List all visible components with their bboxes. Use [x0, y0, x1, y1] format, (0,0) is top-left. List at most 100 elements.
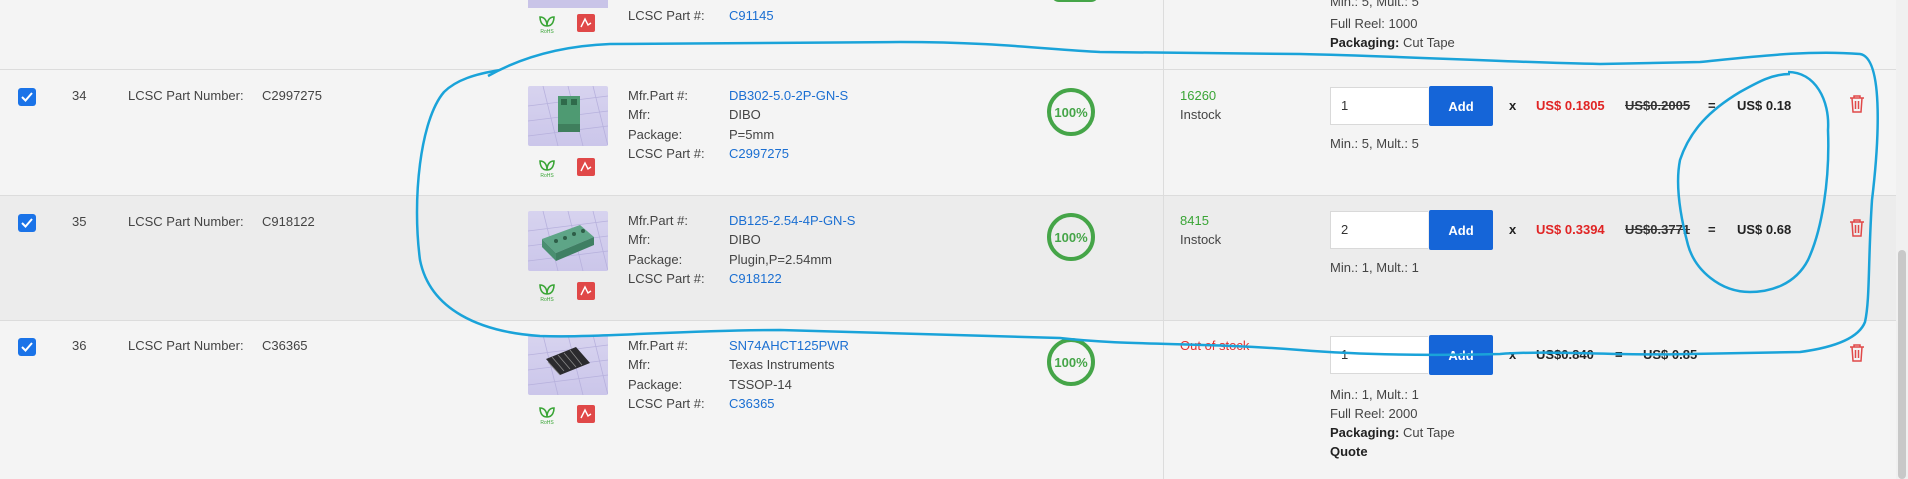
- mfr-label: Mfr:: [628, 232, 651, 247]
- lcsc-part-number-label: LCSC Part Number:: [128, 214, 244, 229]
- unit-price: US$ 0.1805: [1536, 98, 1605, 113]
- equals-sign: =: [1708, 98, 1716, 113]
- equals-sign: =: [1615, 347, 1623, 362]
- lcsc-part-label: LCSC Part #:: [628, 271, 705, 286]
- pdf-icon[interactable]: [577, 282, 595, 300]
- lcsc-part-number-label: LCSC Part Number:: [128, 88, 244, 103]
- package-label: Package:: [628, 252, 683, 267]
- part-image[interactable]: [528, 86, 608, 146]
- min-mult-text: Min.: 5, Mult.: 5: [1330, 0, 1419, 9]
- mfr-label: Mfr:: [628, 107, 651, 122]
- stock-quantity: 8415: [1180, 213, 1209, 228]
- trash-icon[interactable]: [1848, 94, 1866, 114]
- lcsc-part-link[interactable]: C918122: [729, 271, 782, 286]
- mfr-part-label: Mfr.Part #:: [628, 338, 688, 353]
- lcsc-part-number-value: C2997275: [262, 88, 322, 103]
- package-label: Package:: [628, 377, 683, 392]
- column-divider: [1163, 0, 1164, 479]
- lcsc-part-number-value: C918122: [262, 214, 315, 229]
- row-checkbox[interactable]: [18, 338, 36, 356]
- mfr-part-link[interactable]: DB302-5.0-2P-GN-S: [729, 88, 848, 103]
- add-button[interactable]: Add: [1429, 210, 1493, 250]
- part-image-partial: [528, 0, 608, 8]
- lcsc-part-number-value: C36365: [262, 338, 308, 353]
- unit-price: US$0.840: [1536, 347, 1594, 362]
- part-image[interactable]: [528, 335, 608, 395]
- match-percent-ring: 100%: [1047, 338, 1095, 386]
- checkbox-checked-icon: [21, 92, 33, 102]
- match-percent-ring: 100%: [1047, 213, 1095, 261]
- multiply-sign: x: [1509, 98, 1517, 113]
- stock-status: Out of stock: [1180, 338, 1250, 353]
- package-value: TSSOP-14: [729, 377, 792, 392]
- lcsc-part-link[interactable]: C36365: [729, 396, 775, 411]
- mfr-part-label: Mfr.Part #:: [628, 213, 688, 228]
- stock-status: Instock: [1180, 232, 1222, 247]
- lcsc-part-number-label: LCSC Part Number:: [128, 338, 244, 353]
- row-index: 36: [72, 338, 87, 353]
- original-price: US$0.3771: [1625, 222, 1691, 237]
- min-mult-text: Min.: 5, Mult.: 5: [1330, 136, 1419, 151]
- row-checkbox[interactable]: [18, 214, 36, 232]
- svg-text:RoHS: RoHS: [540, 29, 554, 34]
- table-row: 35 LCSC Part Number: C918122 RoHS Mfr.Pa…: [0, 196, 1908, 321]
- table-row: 36 LCSC Part Number: C36365 RoHS Mfr.Par…: [0, 321, 1908, 479]
- min-mult-text: Min.: 1, Mult.: 1: [1330, 260, 1419, 275]
- add-button[interactable]: Add: [1429, 86, 1493, 126]
- quantity-input[interactable]: 1: [1330, 87, 1428, 125]
- part-image[interactable]: [528, 211, 608, 271]
- min-mult-text: Min.: 1, Mult.: 1: [1330, 387, 1419, 402]
- mfr-value: Texas Instruments: [729, 357, 835, 372]
- svg-text:RoHS: RoHS: [540, 173, 554, 178]
- full-reel-text: Full Reel: 1000: [1330, 16, 1418, 31]
- line-total: US$ 0.68: [1737, 222, 1792, 237]
- match-ring-partial: [1051, 0, 1099, 2]
- mfr-part-label: Mfr.Part #:: [628, 88, 688, 103]
- package-value: P=5mm: [729, 127, 775, 142]
- mfr-part-link[interactable]: SN74AHCT125PWR: [729, 338, 849, 353]
- lcsc-part-label: LCSC Part #:: [628, 8, 705, 23]
- mfr-value: DIBO: [729, 232, 761, 247]
- mfr-part-link[interactable]: DB125-2.54-4P-GN-S: [729, 213, 855, 228]
- lcsc-part-label: LCSC Part #:: [628, 396, 705, 411]
- quantity-input[interactable]: 2: [1330, 211, 1428, 249]
- rohs-leaf-icon: RoHS: [539, 284, 555, 302]
- scrollbar-thumb[interactable]: [1898, 250, 1906, 479]
- row-index: 35: [72, 214, 87, 229]
- pdf-icon[interactable]: [577, 14, 595, 32]
- mfr-label: Mfr:: [628, 357, 651, 372]
- lcsc-part-label: LCSC Part #:: [628, 146, 705, 161]
- table-row: 34 LCSC Part Number: C2997275 RoHS Mfr.P…: [0, 70, 1908, 196]
- checkbox-checked-icon: [21, 218, 33, 228]
- row-checkbox[interactable]: [18, 88, 36, 106]
- add-button[interactable]: Add: [1429, 335, 1493, 375]
- checkbox-checked-icon: [21, 342, 33, 352]
- quote-link[interactable]: Quote: [1330, 444, 1368, 459]
- rohs-leaf-icon: RoHS: [539, 160, 555, 178]
- line-total: US$ 0.85: [1643, 347, 1698, 362]
- unit-price: US$ 0.3394: [1536, 222, 1605, 237]
- trash-icon[interactable]: [1848, 343, 1866, 363]
- lcsc-part-link[interactable]: C91145: [729, 8, 774, 23]
- table-row-partial: RoHS LCSC Part #: C91145 Min.: 5, Mult.:…: [0, 0, 1908, 70]
- svg-text:RoHS: RoHS: [540, 297, 554, 302]
- multiply-sign: x: [1509, 347, 1517, 362]
- equals-sign: =: [1708, 222, 1716, 237]
- package-value: Plugin,P=2.54mm: [729, 252, 832, 267]
- quantity-input[interactable]: 1: [1330, 336, 1428, 374]
- pdf-icon[interactable]: [577, 405, 595, 423]
- line-total: US$ 0.18: [1737, 98, 1792, 113]
- full-reel-text: Full Reel: 2000: [1330, 406, 1418, 421]
- svg-text:RoHS: RoHS: [540, 420, 554, 425]
- pdf-icon[interactable]: [577, 158, 595, 176]
- stock-status: Instock: [1180, 107, 1222, 122]
- trash-icon[interactable]: [1848, 218, 1866, 238]
- packaging-text: Packaging: Cut Tape: [1330, 425, 1455, 440]
- rohs-leaf-icon: RoHS: [539, 16, 555, 34]
- rohs-leaf-icon: RoHS: [539, 407, 555, 425]
- vertical-scrollbar[interactable]: [1896, 0, 1908, 479]
- original-price: US$0.2005: [1625, 98, 1691, 113]
- stock-quantity: 16260: [1180, 88, 1217, 103]
- row-index: 34: [72, 88, 87, 103]
- lcsc-part-link[interactable]: C2997275: [729, 146, 789, 161]
